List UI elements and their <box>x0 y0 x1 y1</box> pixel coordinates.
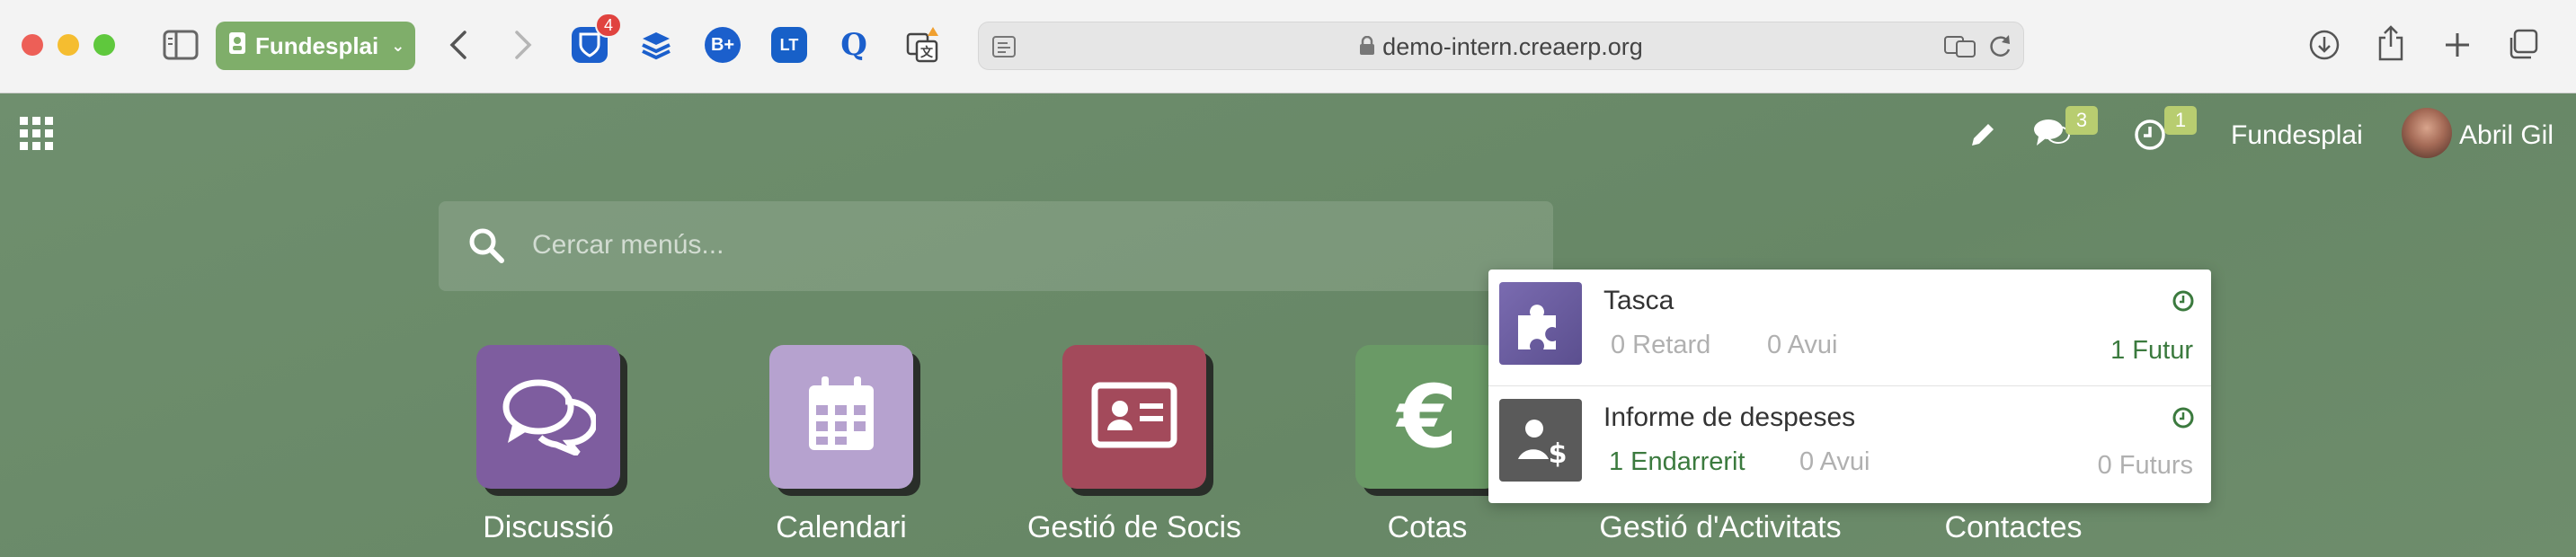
activity-late-count[interactable]: 0 Retard <box>1611 331 1710 360</box>
profile-badge-icon <box>228 31 246 61</box>
close-window-button[interactable] <box>22 34 43 56</box>
activity-today-count[interactable]: 0 Avui <box>1799 447 1870 477</box>
chat-bubbles-icon <box>501 375 598 460</box>
puzzle-icon <box>1499 282 1582 365</box>
svg-text:文: 文 <box>920 45 934 60</box>
avatar[interactable] <box>2402 108 2452 158</box>
activity-group-tasca[interactable]: Tasca 0 Retard 0 Avui 1 Futur <box>1488 270 2211 386</box>
activity-dropdown: Tasca 0 Retard 0 Avui 1 Futur $ Informe … <box>1488 270 2211 503</box>
id-card-icon <box>1091 382 1177 453</box>
activities-count-badge: 1 <box>2164 106 2197 135</box>
activity-name: Tasca <box>1603 286 1674 315</box>
app-label-gestio-de-socis[interactable]: Gestió de Socis <box>982 510 1287 545</box>
chevron-down-icon: ⌄ <box>391 36 405 55</box>
new-tab-icon[interactable] <box>2439 27 2475 63</box>
search-input[interactable]: Cercar menús... <box>532 230 724 261</box>
app-label-contactes[interactable]: Contactes <box>1861 510 2166 545</box>
bplus-extension-icon[interactable]: B+ <box>705 27 741 63</box>
activity-name: Informe de despeses <box>1603 402 1856 432</box>
app-label-discussio[interactable]: Discussió <box>395 510 701 545</box>
q-extension-icon[interactable]: Q <box>836 27 872 63</box>
address-bar[interactable]: demo-intern.creaerp.org <box>978 22 2024 70</box>
app-menu-grid-icon[interactable] <box>20 117 54 155</box>
tab-overview-icon[interactable] <box>2504 27 2540 63</box>
app-tile-discussio[interactable] <box>476 345 620 489</box>
back-button[interactable] <box>444 27 473 63</box>
app-label-gestio-activitats[interactable]: Gestió d'Activitats <box>1568 510 1873 545</box>
messages-count-badge: 3 <box>2065 106 2098 135</box>
pencil-icon[interactable] <box>1968 120 1997 154</box>
bitwarden-badge: 4 <box>595 13 622 38</box>
url-text: demo-intern.creaerp.org <box>1382 33 1643 60</box>
expense-report-icon: $ <box>1499 399 1582 482</box>
activity-future-count[interactable]: 0 Futurs <box>2098 451 2193 481</box>
app-tile-gestio-de-socis[interactable] <box>1062 345 1206 489</box>
sidebar-toggle-icon[interactable] <box>162 29 200 61</box>
downloads-icon[interactable] <box>2306 27 2342 63</box>
user-menu[interactable]: Abril Gil <box>2459 120 2554 151</box>
reload-icon[interactable] <box>1987 33 2012 65</box>
share-icon[interactable] <box>2373 23 2409 63</box>
app-tile-calendari[interactable] <box>769 345 913 489</box>
app-label-cotas[interactable]: Cotas <box>1275 510 1580 545</box>
zoom-window-button[interactable] <box>93 34 115 56</box>
app-home: 3 1 Fundesplai Abril Gil Cercar menús...… <box>0 93 2576 557</box>
profile-name: Fundesplai <box>255 31 379 59</box>
activity-late-count[interactable]: 1 Endarrerit <box>1609 447 1745 477</box>
browser-toolbar: Fundesplai ⌄ 4 B+ LT Q 文 demo-intern.cre… <box>0 0 2576 93</box>
activity-clock-icon[interactable] <box>2134 119 2166 155</box>
minimize-window-button[interactable] <box>58 34 79 56</box>
profile-button[interactable]: Fundesplai ⌄ <box>216 22 415 70</box>
lock-icon <box>1359 34 1375 62</box>
svg-text:$: $ <box>1549 438 1568 470</box>
languagetool-extension-icon[interactable]: LT <box>771 27 807 63</box>
activity-today-count[interactable]: 0 Avui <box>1767 331 1837 360</box>
activity-future-count[interactable]: 1 Futur <box>2110 336 2193 366</box>
translate-extension-icon[interactable]: 文 <box>904 27 940 63</box>
activity-group-informe-despeses[interactable]: $ Informe de despeses 1 Endarrerit 0 Avu… <box>1488 386 2211 503</box>
translate-page-icon[interactable] <box>1944 35 1978 63</box>
menu-search[interactable]: Cercar menús... <box>439 201 1553 291</box>
euro-icon: € <box>1397 367 1458 467</box>
buffer-extension-icon[interactable] <box>638 27 674 63</box>
app-label-calendari[interactable]: Calendari <box>688 510 994 545</box>
app-tile-cotas[interactable]: € <box>1355 345 1499 489</box>
forward-button[interactable] <box>509 27 537 63</box>
clock-icon <box>2172 289 2195 317</box>
company-switcher[interactable]: Fundesplai <box>2231 120 2363 151</box>
clock-icon <box>2172 406 2195 434</box>
search-icon <box>467 226 505 269</box>
calendar-icon <box>805 376 877 458</box>
